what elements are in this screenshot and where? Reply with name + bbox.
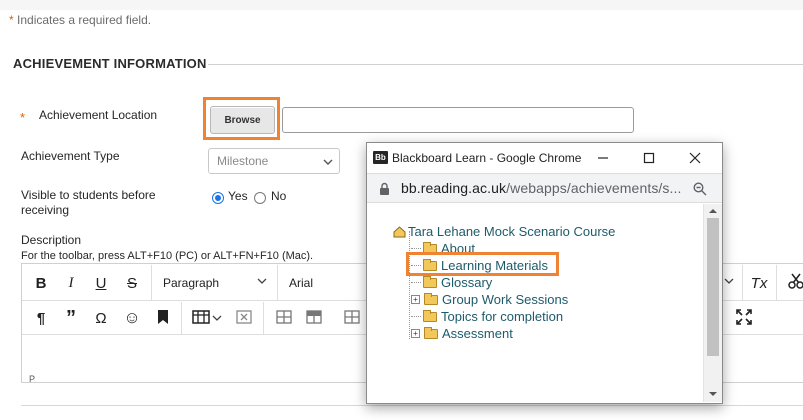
- tree-item-topics-for-completion[interactable]: Topics for completion: [411, 309, 563, 324]
- toolbar-hint: For the toolbar, press ALT+F10 (PC) or A…: [21, 250, 314, 262]
- zoom-icon[interactable]: [693, 182, 707, 196]
- tree-item-label: Group Work Sessions: [442, 292, 569, 307]
- required-note-text: Indicates a required field.: [17, 13, 152, 27]
- toolbar-divider: [151, 265, 152, 301]
- underline-button[interactable]: U: [89, 271, 113, 295]
- tree-connector: [409, 231, 410, 339]
- table-row-icon[interactable]: [276, 310, 292, 324]
- tree-branch: [411, 316, 421, 317]
- chevron-down-icon: [257, 278, 267, 284]
- italic-button[interactable]: I: [59, 271, 83, 295]
- popup-title-bar[interactable]: Bb Blackboard Learn - Google Chrome: [367, 143, 722, 173]
- url-path: /webapps/achievements/s...: [506, 180, 682, 196]
- popup-scrollbar[interactable]: [703, 204, 722, 402]
- location-label: Achievement Location: [39, 108, 158, 122]
- table-column-icon[interactable]: [306, 310, 322, 324]
- required-star: *: [9, 13, 14, 27]
- maximize-button[interactable]: [639, 148, 659, 168]
- paragraph-mark-button[interactable]: ¶: [29, 306, 53, 330]
- folder-icon: [423, 275, 437, 288]
- visible-label-line2: receiving: [21, 203, 70, 217]
- popup-url: bb.reading.ac.uk/webapps/achievements/s.…: [401, 180, 681, 196]
- type-select-value: Milestone: [217, 154, 269, 168]
- tree-item-assessment[interactable]: + Assessment: [411, 326, 513, 341]
- table-icon[interactable]: [192, 310, 210, 324]
- folder-icon: [424, 326, 438, 339]
- tree-item-group-work-sessions[interactable]: + Group Work Sessions: [411, 292, 568, 307]
- minimize-button[interactable]: [593, 148, 613, 168]
- bottom-divider: [21, 405, 803, 406]
- chevron-down-icon: [212, 315, 222, 321]
- radio-no[interactable]: [254, 192, 266, 204]
- special-character-button[interactable]: Ω: [89, 306, 113, 330]
- strikethrough-button[interactable]: S: [120, 271, 144, 295]
- home-icon: [393, 225, 406, 237]
- tree-course-root[interactable]: Tara Lehane Mock Scenario Course: [393, 224, 615, 239]
- location-input[interactable]: [282, 107, 634, 133]
- expand-icon[interactable]: +: [411, 295, 420, 304]
- course-tree: Tara Lehane Mock Scenario Course About L…: [367, 204, 703, 402]
- tree-branch: [411, 282, 421, 283]
- radio-yes[interactable]: [212, 192, 224, 204]
- lock-icon: [380, 182, 389, 195]
- close-icon: [689, 152, 701, 164]
- font-select[interactable]: Arial: [289, 276, 313, 290]
- tree-item-label: Glossary: [441, 275, 493, 290]
- learning-materials-highlight: [406, 252, 559, 276]
- expand-icon[interactable]: +: [411, 329, 420, 338]
- tree-item-glossary[interactable]: Glossary: [411, 275, 492, 290]
- close-button[interactable]: [685, 148, 705, 168]
- cut-icon[interactable]: [788, 272, 803, 290]
- table-cell-icon[interactable]: [344, 310, 360, 324]
- paragraph-select[interactable]: Paragraph: [163, 276, 219, 290]
- required-note: * Indicates a required field.: [9, 13, 151, 27]
- toolbar-divider: [776, 265, 777, 301]
- blackboard-logo-icon: Bb: [373, 151, 388, 164]
- maximize-icon: [643, 152, 655, 164]
- section-divider: [208, 64, 803, 65]
- type-select[interactable]: Milestone: [208, 148, 340, 174]
- toolbar-divider: [263, 302, 264, 335]
- bookmark-icon[interactable]: [157, 309, 169, 325]
- minimize-icon: [598, 157, 608, 159]
- tree-item-label: Assessment: [442, 326, 513, 341]
- folder-icon: [423, 309, 437, 322]
- radio-yes-label: Yes: [228, 189, 248, 203]
- location-required-star: *: [20, 110, 26, 125]
- fullscreen-icon[interactable]: [736, 309, 752, 325]
- editor-path: P: [29, 374, 36, 384]
- scrollbar-thumb[interactable]: [707, 218, 719, 356]
- visible-label-line1: Visible to students before: [21, 188, 156, 202]
- section-title: ACHIEVEMENT INFORMATION: [13, 56, 207, 71]
- scroll-up-icon[interactable]: [708, 207, 718, 215]
- tree-item-label: Topics for completion: [441, 309, 564, 324]
- description-label: Description: [21, 233, 82, 247]
- clear-formatting-icon: Tx: [750, 274, 768, 292]
- browse-button[interactable]: Browse: [210, 106, 275, 134]
- radio-no-label: No: [271, 189, 287, 203]
- blockquote-button[interactable]: ”: [59, 306, 83, 330]
- chevron-down-icon: [724, 278, 734, 284]
- toolbar-divider: [742, 265, 743, 301]
- emoticon-button[interactable]: ☺: [120, 306, 144, 330]
- popup-address-bar[interactable]: bb.reading.ac.uk/webapps/achievements/s.…: [367, 173, 722, 203]
- scroll-down-icon[interactable]: [708, 390, 718, 398]
- url-host: bb.reading.ac.uk: [401, 180, 507, 196]
- clear-formatting-button[interactable]: Tx: [747, 271, 771, 295]
- type-label: Achievement Type: [21, 149, 120, 163]
- chevron-down-icon: [323, 159, 333, 165]
- toolbar-divider: [277, 265, 278, 301]
- table-delete-icon[interactable]: [236, 310, 252, 324]
- top-band: [0, 0, 803, 10]
- folder-icon: [424, 292, 438, 305]
- tree-branch: [411, 248, 421, 249]
- toolbar-divider: [181, 302, 182, 335]
- bold-button[interactable]: B: [29, 271, 53, 295]
- popup-window-title: Blackboard Learn - Google Chrome: [392, 151, 582, 165]
- tree-course-label: Tara Lehane Mock Scenario Course: [408, 224, 616, 239]
